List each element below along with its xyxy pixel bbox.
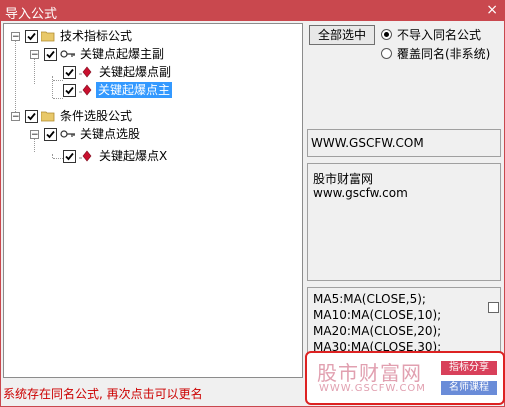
- tree-connector: [53, 80, 63, 81]
- node-checkbox[interactable]: [25, 110, 38, 123]
- node-checkbox[interactable]: [44, 48, 57, 61]
- node-checkbox[interactable]: [63, 66, 76, 79]
- node-label: 关键起爆点副: [99, 65, 172, 79]
- tree-node-tech-indicators[interactable]: − 技术指标公式: [4, 28, 294, 44]
- tree-node-key-main-sub[interactable]: − 关键点起爆主副: [4, 46, 294, 62]
- tree-node-key-selection[interactable]: − 关键点选股: [4, 126, 294, 142]
- radio-overwrite[interactable]: [381, 48, 392, 59]
- window-title: 导入公式: [5, 7, 58, 22]
- title-bar: 导入公式 ×: [1, 1, 504, 22]
- radio-no-import-label: 不导入同名公式: [397, 28, 482, 42]
- key-icon: [60, 50, 75, 58]
- collapse-icon[interactable]: −: [30, 130, 39, 140]
- tree-node-stock-selection[interactable]: − 条件选股公式: [4, 108, 294, 124]
- node-label: 条件选股公式: [60, 109, 133, 123]
- tree-node-formula-x[interactable]: 关键起爆点X: [4, 148, 294, 164]
- key-icon: [60, 130, 75, 138]
- watermark-logo: 股市财富网 WWW.GSCFW.COM 指标分享 名师课程: [305, 351, 505, 405]
- tree-node-formula-sub[interactable]: 关键起爆点副: [4, 64, 294, 80]
- formula-icon: [79, 150, 92, 162]
- formula-tree: − 技术指标公式 − 关键点起爆主副 关键起爆点副 关键起爆点主 − 条件选股公…: [3, 23, 303, 378]
- formula-icon: [79, 66, 92, 78]
- node-label: 关键点选股: [80, 127, 141, 141]
- node-label: 技术指标公式: [60, 29, 133, 43]
- select-all-button[interactable]: 全部选中: [309, 25, 375, 45]
- code-line: MA5:MA(CLOSE,5);: [313, 292, 426, 306]
- description-line: 股市财富网: [313, 172, 374, 186]
- description-box[interactable]: 股市财富网 www.gscfw.com: [307, 163, 501, 281]
- status-message: 系统存在同名公式, 再次点击可以更名: [3, 387, 203, 401]
- import-formula-window: 导入公式 × − 技术指标公式 − 关键点起爆主副 关键起爆点副 关键起爆点主 …: [0, 0, 505, 407]
- url-field: WWW.GSCFW.COM: [307, 129, 501, 157]
- folder-icon: [41, 111, 55, 122]
- node-checkbox[interactable]: [25, 30, 38, 43]
- description-line: www.gscfw.com: [313, 186, 408, 200]
- collapse-icon[interactable]: −: [11, 32, 20, 42]
- code-line: MA20:MA(CLOSE,20);: [313, 324, 442, 338]
- formula-icon: [79, 84, 92, 96]
- code-line: MA10:MA(CLOSE,10);: [313, 308, 442, 322]
- close-icon[interactable]: ×: [486, 2, 498, 18]
- url-text: WWW.GSCFW.COM: [311, 136, 424, 150]
- node-label: 关键起爆点X: [99, 149, 168, 163]
- node-checkbox[interactable]: [63, 150, 76, 163]
- code-checkbox[interactable]: [488, 302, 499, 313]
- radio-no-import[interactable]: [381, 29, 392, 40]
- collapse-icon[interactable]: −: [30, 50, 39, 60]
- node-label: 关键点起爆主副: [80, 47, 165, 61]
- watermark-name: 股市财富网: [317, 361, 422, 385]
- watermark-tag: 名师课程: [441, 381, 497, 395]
- node-checkbox[interactable]: [44, 128, 57, 141]
- node-label: 关键起爆点主: [96, 82, 173, 98]
- watermark-tag: 指标分享: [441, 361, 497, 375]
- watermark-url: WWW.GSCFW.COM: [319, 383, 426, 394]
- node-checkbox[interactable]: [63, 84, 76, 97]
- tree-node-formula-main[interactable]: 关键起爆点主: [4, 82, 294, 98]
- tree-connector: [53, 98, 63, 99]
- radio-overwrite-label: 覆盖同名(非系统): [397, 47, 491, 61]
- folder-icon: [41, 31, 55, 42]
- collapse-icon[interactable]: −: [11, 112, 20, 122]
